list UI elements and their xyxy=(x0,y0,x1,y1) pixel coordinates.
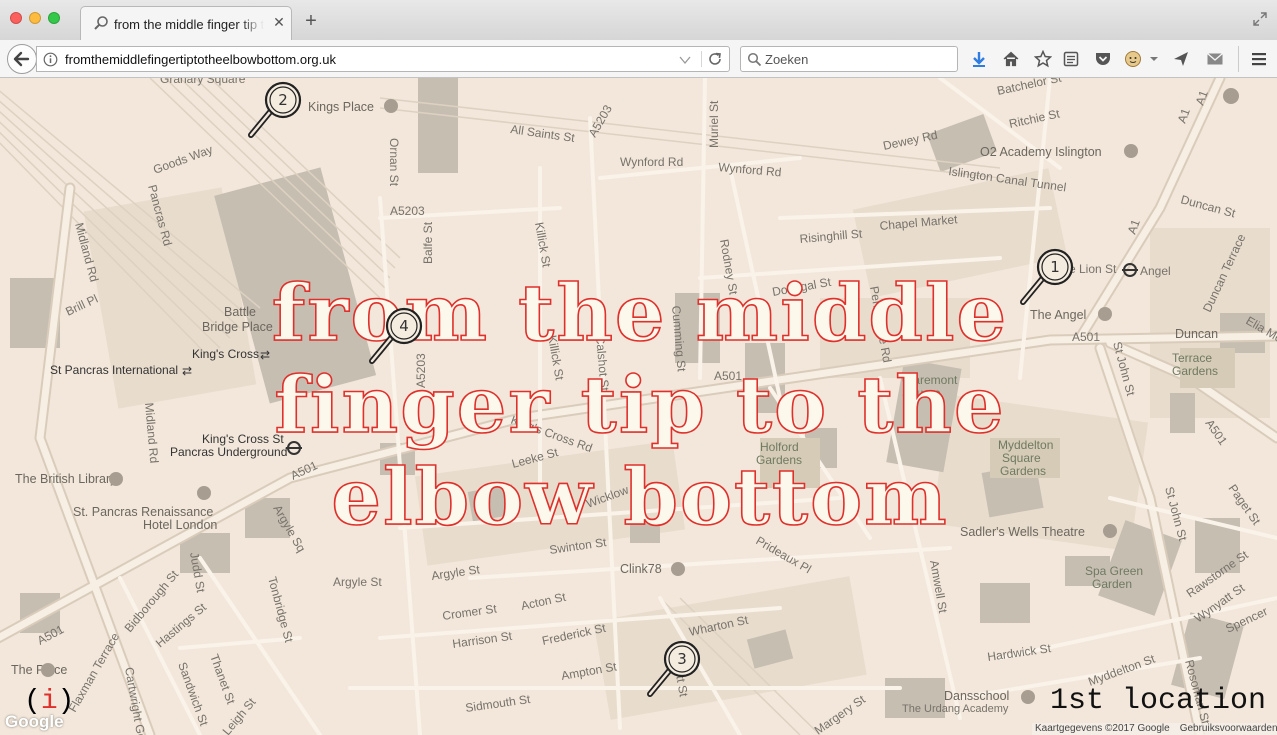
map-label: The British Library xyxy=(15,472,117,486)
map-data-credit: Kaartgegevens ©2017 Google xyxy=(1035,723,1170,734)
map-label: Ornan St xyxy=(387,138,401,187)
terms-link[interactable]: Gebruiksvoorwaarden xyxy=(1180,723,1277,734)
home-icon[interactable] xyxy=(1002,50,1020,68)
pocket-icon[interactable] xyxy=(1094,50,1112,68)
location-pin-3[interactable]: 3 xyxy=(645,638,705,700)
map-label: Clink78 xyxy=(620,562,662,576)
poi-icon xyxy=(41,663,55,677)
menu-icon[interactable] xyxy=(1250,50,1268,68)
map-label: Gardens xyxy=(1172,364,1218,378)
location-pin-1[interactable]: 1 xyxy=(1018,246,1078,308)
map-label: Gardens xyxy=(1000,464,1046,478)
window-close-button[interactable] xyxy=(10,12,22,24)
chevron-down-icon[interactable] xyxy=(1148,50,1160,68)
search-icon xyxy=(94,16,108,30)
poi-icon xyxy=(1021,690,1035,704)
map-label: Spa Green xyxy=(1085,564,1143,578)
toolbar-separator xyxy=(1238,46,1239,72)
search-bar[interactable] xyxy=(740,46,958,72)
send-icon[interactable] xyxy=(1172,50,1190,68)
tab-close-icon[interactable]: ✕ xyxy=(271,14,287,30)
map-label: O2 Academy Islington xyxy=(980,145,1102,159)
tab-title: from the middle finger tip to the elbow … xyxy=(114,17,264,32)
window-maximize-button[interactable] xyxy=(48,12,60,24)
poi-icon xyxy=(1103,524,1117,538)
map-label: Wynford Rd xyxy=(620,155,683,169)
map-label: Sadler's Wells Theatre xyxy=(960,525,1085,539)
poi-icon xyxy=(1124,144,1138,158)
map-label: Holford xyxy=(760,440,799,454)
map-label: Battle xyxy=(224,305,256,319)
location-label: 1st location xyxy=(1050,684,1267,718)
bookmark-star-icon[interactable] xyxy=(1034,50,1052,68)
rail-icon: ⇄ xyxy=(260,348,270,362)
map-label: St. Pancras Renaissance xyxy=(73,505,213,519)
map-label: Granary Square xyxy=(160,78,246,86)
url-bar[interactable]: fromthemiddlefingertiptotheelbowbottom.o… xyxy=(36,46,730,72)
map-label: The Place xyxy=(11,663,67,677)
fullscreen-icon[interactable] xyxy=(1253,12,1267,26)
map-label: Kings Place xyxy=(308,100,374,114)
poi-icon xyxy=(197,486,211,500)
pin-number: 2 xyxy=(278,91,288,109)
new-tab-button[interactable]: + xyxy=(302,11,320,31)
map-label: Square xyxy=(1002,451,1041,465)
map-label: Gardens xyxy=(756,453,802,467)
download-icon[interactable] xyxy=(970,50,988,68)
map-label: Pancras Underground xyxy=(170,445,287,459)
map[interactable]: Granary Square Kings Place Goods Way All… xyxy=(0,78,1277,735)
map-label: Muriel St xyxy=(707,100,721,148)
url-text[interactable]: fromthemiddlefingertiptotheelbowbottom.o… xyxy=(65,52,336,67)
poi-icon xyxy=(1098,307,1112,321)
back-arrow-icon xyxy=(13,51,30,67)
map-label: Duncan xyxy=(1175,327,1218,341)
back-button[interactable] xyxy=(7,44,37,74)
map-label: Bridge Place xyxy=(202,320,273,334)
map-label: Angel xyxy=(1140,264,1171,278)
search-icon xyxy=(747,52,762,67)
poi-icon xyxy=(384,99,398,113)
rail-icon: ⇄ xyxy=(182,364,192,378)
map-label: A501 xyxy=(1072,330,1100,344)
restaurant-icon xyxy=(1223,88,1239,104)
map-label: Argyle St xyxy=(333,575,382,589)
google-logo[interactable]: Google xyxy=(5,712,64,732)
map-label: King's Cross xyxy=(192,347,259,361)
map-label: Square xyxy=(902,386,941,400)
location-pin-2[interactable]: 2 xyxy=(246,79,306,141)
pin-number: 1 xyxy=(1050,258,1060,276)
map-label: Hotel London xyxy=(143,518,217,532)
poi-icon xyxy=(109,472,123,486)
map-label: Terrace xyxy=(1172,351,1212,365)
map-attribution: Kaartgegevens ©2017 Google Gebruiksvoorwa… xyxy=(1032,723,1277,735)
map-label: A5203 xyxy=(390,204,425,218)
pin-number: 4 xyxy=(399,317,409,335)
browser-tab[interactable]: from the middle finger tip to the elbow … xyxy=(80,6,292,40)
map-label: Myddelton xyxy=(998,438,1053,452)
reload-icon[interactable] xyxy=(707,51,723,67)
map-label: The Urdang Academy xyxy=(902,703,1009,715)
map-label: A501 xyxy=(714,369,742,383)
browser-navbar: fromthemiddlefingertiptotheelbowbottom.o… xyxy=(0,40,1277,78)
chevron-down-icon[interactable] xyxy=(679,55,691,65)
map-label: Dansschool xyxy=(944,689,1009,703)
map-label: Claremont xyxy=(902,373,958,387)
poi-icon xyxy=(671,562,685,576)
search-input[interactable] xyxy=(765,50,951,68)
site-info-icon[interactable] xyxy=(43,52,58,67)
map-canvas[interactable]: Granary Square Kings Place Goods Way All… xyxy=(0,78,1277,735)
map-label: St Pancras International xyxy=(50,363,178,377)
map-label: Balfe St xyxy=(421,221,435,264)
map-label: Garden xyxy=(1092,577,1132,591)
url-separator xyxy=(701,51,702,67)
extension-avatar-icon[interactable] xyxy=(1124,50,1142,68)
map-label: King's Cross St xyxy=(202,432,284,446)
window-minimize-button[interactable] xyxy=(29,12,41,24)
pin-number: 3 xyxy=(677,650,687,668)
map-label: The Angel xyxy=(1030,308,1086,322)
location-pin-4[interactable]: 4 xyxy=(367,305,427,367)
reading-list-icon[interactable] xyxy=(1062,50,1080,68)
extension-mail-icon[interactable] xyxy=(1206,50,1224,68)
browser-titlebar: from the middle finger tip to the elbow … xyxy=(0,0,1277,40)
